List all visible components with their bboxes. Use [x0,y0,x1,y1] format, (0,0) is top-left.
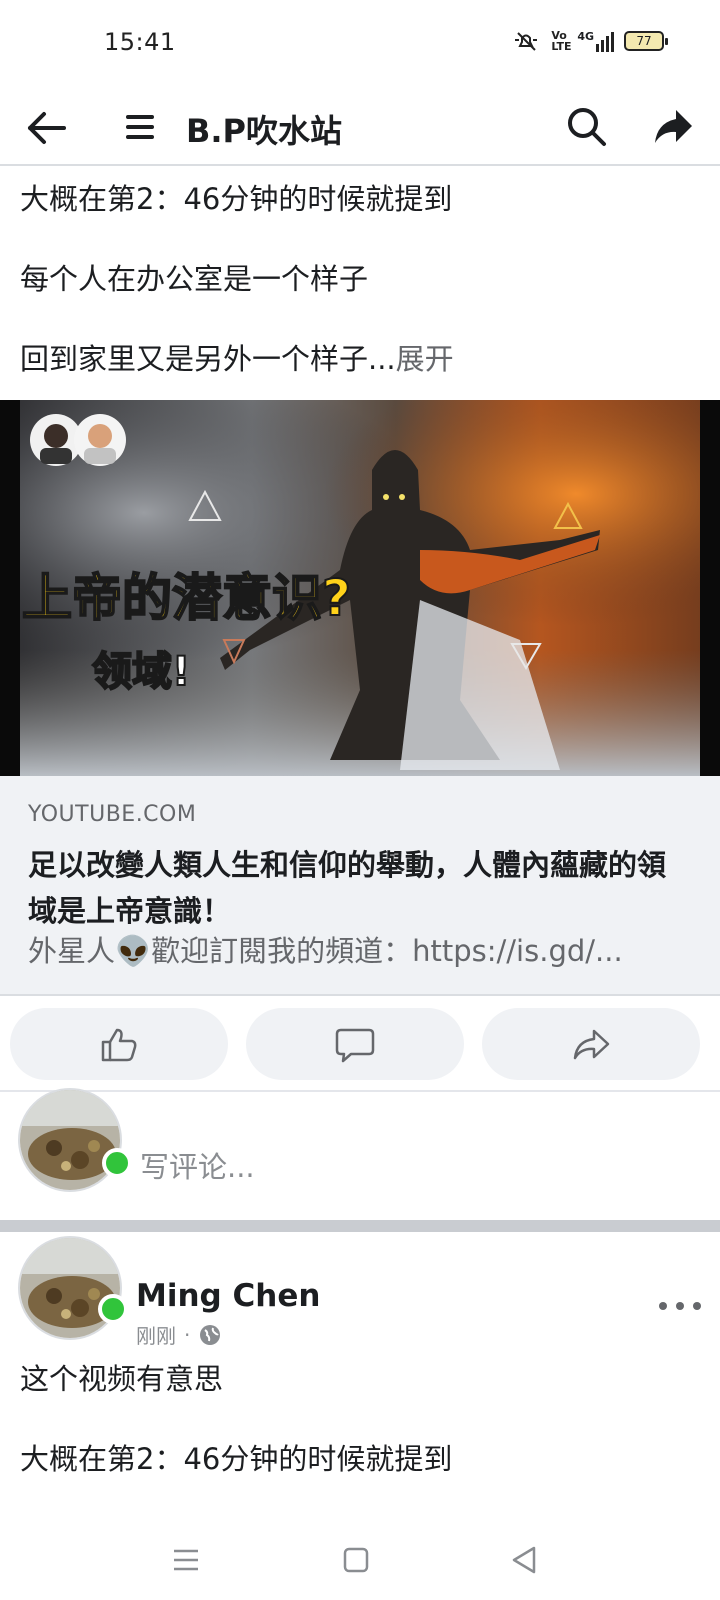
system-nav-bar [0,1520,720,1600]
thumbnail-image: 上帝的潜意识? 领域! [0,400,720,776]
share-button[interactable] [482,1008,700,1080]
menu-icon[interactable] [124,110,158,144]
comment-composer: 写评论... [0,1088,720,1232]
post-meta: 刚刚 · [136,1320,222,1349]
thumbnail-subheadline: 领域! [92,649,190,695]
status-bar: 15:41 Vo LTE 4G 77 [0,0,720,88]
volte-icon: Vo LTE [551,29,572,53]
home-icon[interactable] [338,1542,374,1578]
back-icon[interactable] [506,1542,542,1578]
battery-icon: 77 [624,31,668,51]
link-domain: YOUTUBE.COM [28,802,197,827]
post-text-line-last: 回到家里又是另外一个样子...展开 [20,336,454,378]
recent-apps-icon[interactable] [168,1542,204,1578]
avatar[interactable] [18,1088,122,1192]
comment-icon [335,1028,375,1063]
more-options-icon[interactable] [656,1296,706,1316]
post-actions [0,1000,720,1092]
post-text-line: 每个人在办公室是一个样子 [20,262,369,296]
network-type-label: 4G [577,30,594,43]
link-title: 足以改變人類人生和信仰的舉動，人體內蘊藏的領域是上帝意識！ [28,848,667,928]
page-title: B.P吹水站 [186,112,343,150]
online-status-dot [102,1148,132,1178]
post-text-line: 大概在第2：46分钟的时候就提到 [20,182,453,216]
comment-input[interactable]: 写评论... [140,1144,255,1186]
status-icons: Vo LTE 4G 77 [511,29,668,53]
post-text-line: 大概在第2：46分钟的时候就提到 [20,1442,453,1476]
avatar-image [20,1090,120,1190]
like-icon [101,1028,137,1062]
signal-icon: 4G [577,30,614,52]
search-icon[interactable] [564,104,610,150]
thumbnail-headline: 上帝的潜意识? [22,569,351,627]
share-icon [573,1029,610,1060]
like-button[interactable] [10,1008,228,1080]
post-timestamp[interactable]: 刚刚 [136,1320,176,1349]
avatar-image [20,1238,120,1338]
see-more-link[interactable]: 展开 [396,342,454,376]
post-author-name[interactable]: Ming Chen [136,1278,320,1314]
status-time: 15:41 [104,28,176,56]
app-bar: B.P吹水站 [0,88,720,166]
link-thumbnail[interactable]: 上帝的潜意识? 领域! [0,400,720,776]
globe-icon [200,1324,221,1345]
post-text-line: 这个视频有意思 [20,1362,224,1396]
post-text-truncated: 回到家里又是另外一个样子... [20,342,396,376]
share-icon[interactable] [650,104,696,150]
link-description: 外星人👽歡迎訂閱我的頻道：https://is.gd/... [28,934,623,968]
meta-separator: · [184,1322,191,1347]
post-author-avatar[interactable] [18,1236,122,1340]
online-status-dot [98,1294,128,1324]
link-preview-card[interactable]: YOUTUBE.COM 足以改變人類人生和信仰的舉動，人體內蘊藏的領域是上帝意識… [0,776,720,996]
mute-bell-icon [515,32,538,51]
back-arrow-icon[interactable] [24,106,68,150]
comment-button[interactable] [246,1008,464,1080]
